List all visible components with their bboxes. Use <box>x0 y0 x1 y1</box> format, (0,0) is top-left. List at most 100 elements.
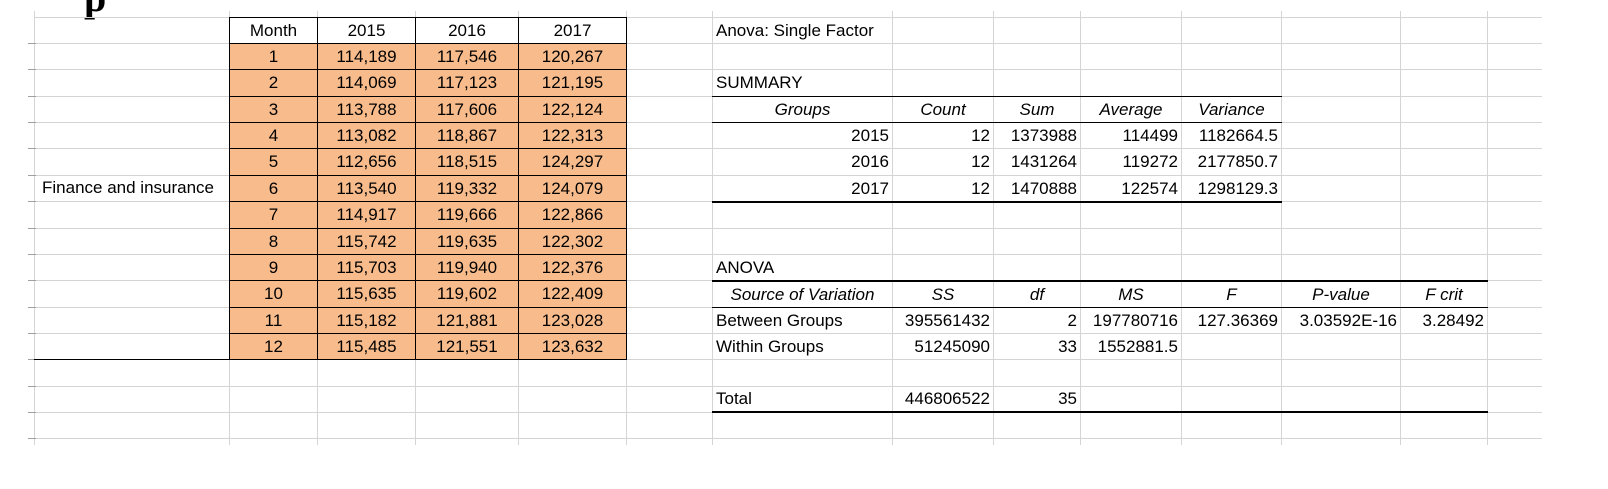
summary-average-cell[interactable]: 119272 <box>1081 149 1181 175</box>
month-cell[interactable]: 2 <box>230 70 317 96</box>
anova-df-cell[interactable]: 35 <box>994 386 1080 412</box>
anova-header-fcrit[interactable]: F crit <box>1401 282 1487 308</box>
value-2015-cell[interactable]: 115,485 <box>318 334 415 360</box>
value-2016-cell[interactable]: 117,123 <box>416 70 518 96</box>
anova-source-cell[interactable]: Within Groups <box>712 334 892 360</box>
anova-pvalue-cell[interactable]: 3.03592E-16 <box>1282 308 1400 334</box>
summary-average-cell[interactable]: 114499 <box>1081 123 1181 149</box>
column-header-strip[interactable] <box>28 0 1542 11</box>
month-cell[interactable]: 6 <box>230 176 317 202</box>
summary-sum-cell[interactable]: 1470888 <box>994 176 1080 202</box>
anova-ms-cell[interactable]: 1552881.5 <box>1081 334 1181 360</box>
anova-f-cell[interactable]: 127.36369 <box>1182 308 1281 334</box>
summary-average-cell[interactable]: 122574 <box>1081 176 1181 202</box>
summary-header-count[interactable]: Count <box>893 97 993 123</box>
summary-header-variance[interactable]: Variance <box>1182 97 1281 123</box>
value-2016-cell[interactable]: 119,332 <box>416 176 518 202</box>
value-2015-cell[interactable]: 112,656 <box>318 149 415 175</box>
summary-variance-cell[interactable]: 2177850.7 <box>1182 149 1281 175</box>
value-2015-cell[interactable]: 115,182 <box>318 308 415 334</box>
summary-count-cell[interactable]: 12 <box>893 149 993 175</box>
month-cell[interactable]: 3 <box>230 97 317 123</box>
anova-header-ss[interactable]: SS <box>893 282 993 308</box>
anova-ss-cell[interactable]: 446806522 <box>893 386 993 412</box>
summary-sum-cell[interactable]: 1431264 <box>994 149 1080 175</box>
month-cell[interactable]: 9 <box>230 255 317 281</box>
value-2015-cell[interactable]: 115,635 <box>318 281 415 307</box>
anova-df-cell[interactable]: 33 <box>994 334 1080 360</box>
anova-header-ms[interactable]: MS <box>1081 282 1181 308</box>
month-cell[interactable]: 1 <box>230 44 317 70</box>
value-2015-cell[interactable]: 113,082 <box>318 123 415 149</box>
value-2016-cell[interactable]: 118,515 <box>416 149 518 175</box>
row-label-cell[interactable]: Finance and insurance <box>38 175 228 201</box>
row-header-edge <box>28 122 36 123</box>
summary-count-cell[interactable]: 12 <box>893 123 993 149</box>
anova-title[interactable]: Anova: Single Factor <box>712 18 892 44</box>
value-2016-cell[interactable]: 119,602 <box>416 281 518 307</box>
anova-fcrit-cell[interactable]: 3.28492 <box>1401 308 1487 334</box>
value-2015-cell[interactable]: 113,540 <box>318 176 415 202</box>
value-2017-cell[interactable]: 123,632 <box>519 334 626 360</box>
anova-df-cell[interactable]: 2 <box>994 308 1080 334</box>
value-2016-cell[interactable]: 121,551 <box>416 334 518 360</box>
month-cell[interactable]: 12 <box>230 334 317 360</box>
summary-count-cell[interactable]: 12 <box>893 176 993 202</box>
anova-ms-cell[interactable]: 197780716 <box>1081 308 1181 334</box>
anova-source-cell[interactable]: Between Groups <box>712 308 892 334</box>
value-2016-cell[interactable]: 117,606 <box>416 97 518 123</box>
anova-label[interactable]: ANOVA <box>712 255 892 281</box>
value-2017-cell[interactable]: 122,409 <box>519 281 626 307</box>
value-2015-cell[interactable]: 114,069 <box>318 70 415 96</box>
value-2015-cell[interactable]: 115,742 <box>318 229 415 255</box>
value-2016-cell[interactable]: 118,867 <box>416 123 518 149</box>
header-2015[interactable]: 2015 <box>318 18 415 44</box>
anova-header-f[interactable]: F <box>1182 282 1281 308</box>
value-2016-cell[interactable]: 119,635 <box>416 229 518 255</box>
month-cell[interactable]: 5 <box>230 149 317 175</box>
summary-header-average[interactable]: Average <box>1081 97 1181 123</box>
value-2015-cell[interactable]: 114,917 <box>318 202 415 228</box>
value-2016-cell[interactable]: 117,546 <box>416 44 518 70</box>
value-2015-cell[interactable]: 113,788 <box>318 97 415 123</box>
value-2017-cell[interactable]: 120,267 <box>519 44 626 70</box>
summary-group-cell[interactable]: 2017 <box>713 176 892 202</box>
value-2017-cell[interactable]: 124,297 <box>519 149 626 175</box>
spreadsheet-grid[interactable]: p <box>0 0 1608 489</box>
month-cell[interactable]: 7 <box>230 202 317 228</box>
value-2015-cell[interactable]: 114,189 <box>318 44 415 70</box>
value-2017-cell[interactable]: 122,124 <box>519 97 626 123</box>
summary-group-cell[interactable]: 2015 <box>713 123 892 149</box>
summary-variance-cell[interactable]: 1298129.3 <box>1182 176 1281 202</box>
summary-header-sum[interactable]: Sum <box>994 97 1080 123</box>
value-2017-cell[interactable]: 121,195 <box>519 70 626 96</box>
value-2017-cell[interactable]: 123,028 <box>519 308 626 334</box>
value-2017-cell[interactable]: 122,313 <box>519 123 626 149</box>
value-2017-cell[interactable]: 122,302 <box>519 229 626 255</box>
summary-label[interactable]: SUMMARY <box>712 70 892 96</box>
anova-header-df[interactable]: df <box>994 282 1080 308</box>
anova-header-pvalue[interactable]: P-value <box>1282 282 1400 308</box>
summary-sum-cell[interactable]: 1373988 <box>994 123 1080 149</box>
value-2017-cell[interactable]: 122,866 <box>519 202 626 228</box>
header-2017[interactable]: 2017 <box>519 18 626 44</box>
anova-ss-cell[interactable]: 51245090 <box>893 334 993 360</box>
month-cell[interactable]: 4 <box>230 123 317 149</box>
value-2017-cell[interactable]: 122,376 <box>519 255 626 281</box>
summary-variance-cell[interactable]: 1182664.5 <box>1182 123 1281 149</box>
value-2016-cell[interactable]: 121,881 <box>416 308 518 334</box>
value-2016-cell[interactable]: 119,666 <box>416 202 518 228</box>
value-2016-cell[interactable]: 119,940 <box>416 255 518 281</box>
header-2016[interactable]: 2016 <box>416 18 518 44</box>
value-2015-cell[interactable]: 115,703 <box>318 255 415 281</box>
month-cell[interactable]: 11 <box>230 308 317 334</box>
month-cell[interactable]: 8 <box>230 229 317 255</box>
summary-group-cell[interactable]: 2016 <box>713 149 892 175</box>
summary-header-groups[interactable]: Groups <box>713 97 892 123</box>
anova-source-cell[interactable]: Total <box>712 386 892 412</box>
value-2017-cell[interactable]: 124,079 <box>519 176 626 202</box>
anova-ss-cell[interactable]: 395561432 <box>893 308 993 334</box>
header-month[interactable]: Month <box>230 18 317 44</box>
anova-header-source[interactable]: Source of Variation <box>713 282 892 308</box>
month-cell[interactable]: 10 <box>230 281 317 307</box>
